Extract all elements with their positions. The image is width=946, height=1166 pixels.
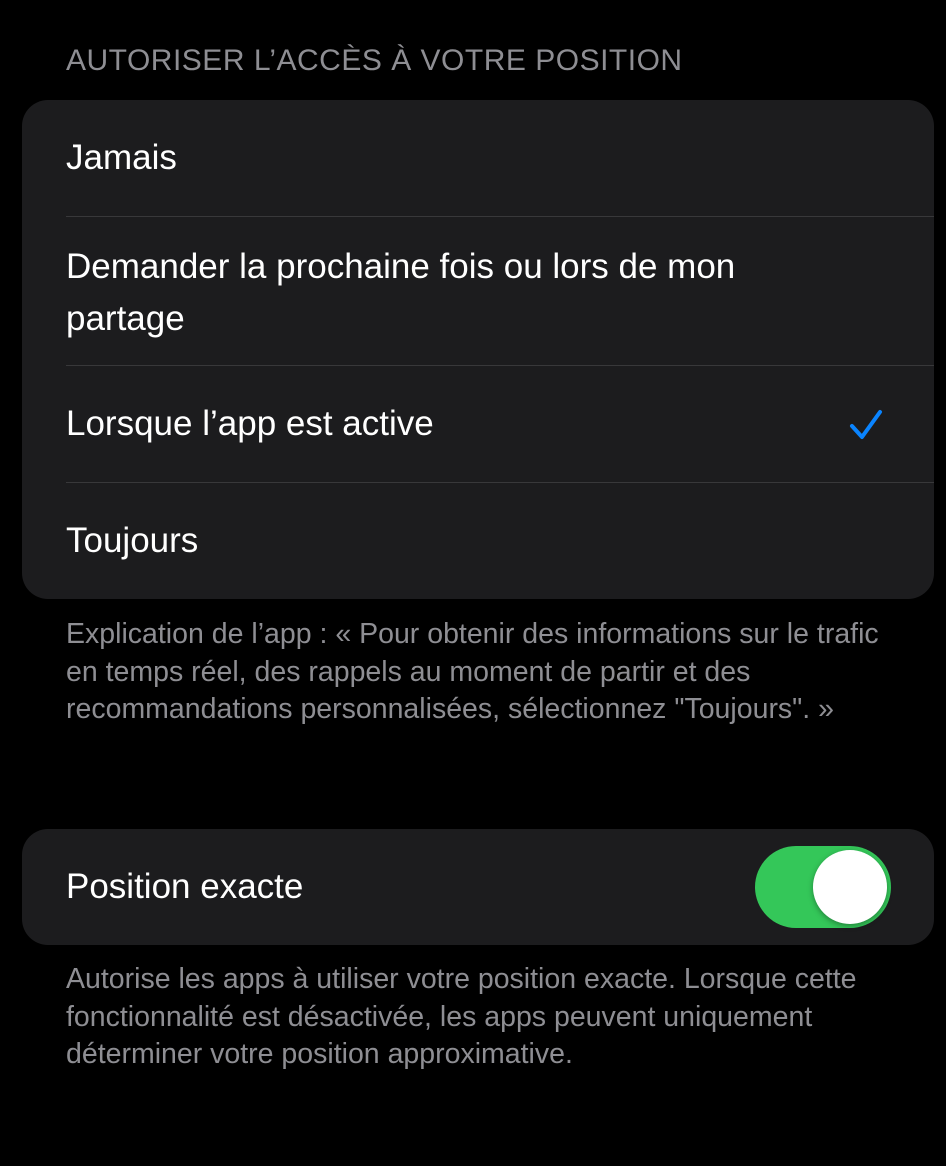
location-access-header: AUTORISER L’ACCÈS À VOTRE POSITION: [66, 44, 683, 77]
option-while-using[interactable]: Lorsque l’app est active: [22, 366, 934, 482]
option-never[interactable]: Jamais: [22, 100, 934, 216]
toggle-knob: [813, 850, 887, 924]
location-access-options: Jamais Demander la prochaine fois ou lor…: [22, 100, 934, 599]
option-ask-next-time-label: Demander la prochaine fois ou lors de mo…: [66, 247, 736, 338]
option-always[interactable]: Toujours: [22, 483, 934, 599]
app-explanation: Explication de l’app : « Pour obtenir de…: [66, 618, 879, 725]
precise-location-footer: Autorise les apps à utiliser votre posit…: [66, 963, 857, 1070]
precise-location-row: Position exacte: [22, 829, 934, 945]
option-always-label: Toujours: [66, 521, 199, 560]
option-never-label: Jamais: [66, 138, 177, 177]
precise-location-toggle[interactable]: [755, 846, 891, 928]
checkmark-icon: [850, 410, 882, 439]
option-while-using-label: Lorsque l’app est active: [66, 404, 434, 443]
option-ask-next-time[interactable]: Demander la prochaine fois ou lors de mo…: [22, 217, 934, 365]
precise-location-label: Position exacte: [66, 867, 304, 906]
